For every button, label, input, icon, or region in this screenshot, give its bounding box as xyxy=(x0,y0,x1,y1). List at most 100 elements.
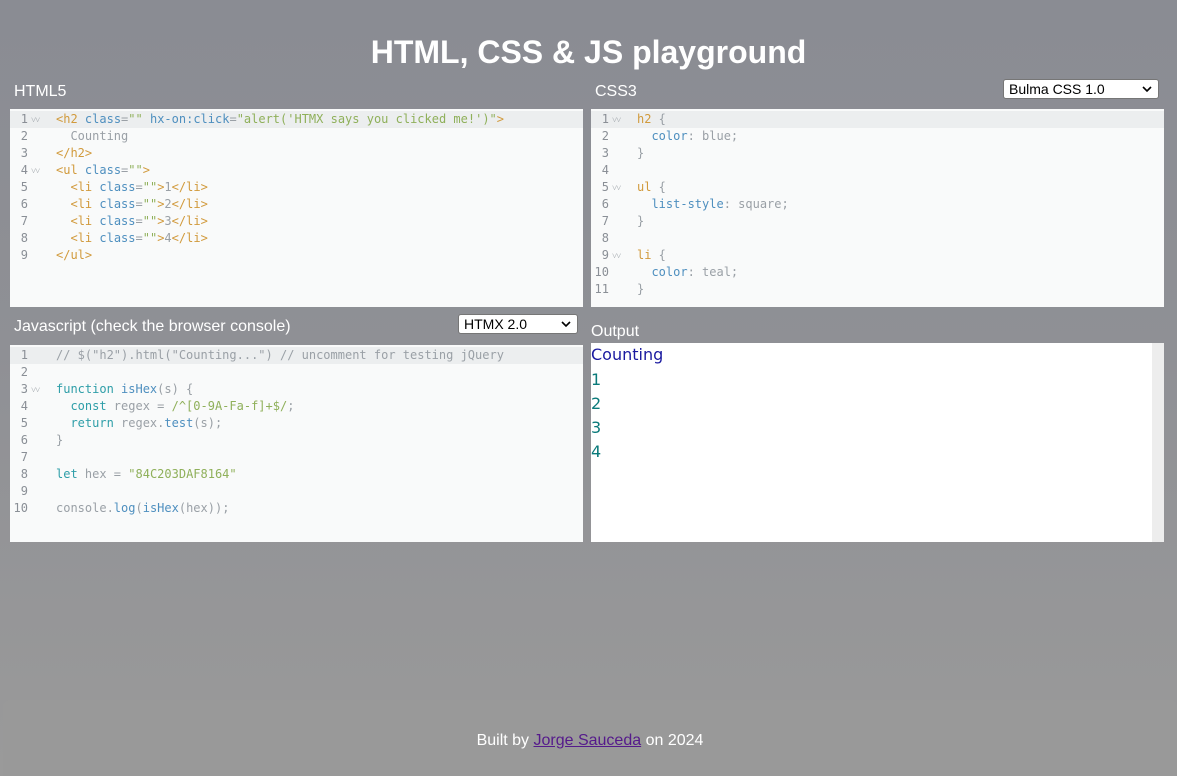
code-line[interactable]: 6} xyxy=(10,432,583,449)
code-text: } xyxy=(637,214,645,228)
line-number: 6 xyxy=(601,197,609,211)
css-panel-label: CSS3 xyxy=(595,83,637,100)
code-text: <li class="">2</li> xyxy=(56,197,208,211)
line-number: 11 xyxy=(594,282,609,296)
footer-prefix: Built by xyxy=(476,732,530,749)
code-text: </ul> xyxy=(56,248,93,262)
line-number: 5 xyxy=(20,180,28,194)
code-line[interactable]: 10 console.log(isHex(hex)); xyxy=(10,500,583,517)
code-line[interactable]: 2 xyxy=(10,364,583,381)
line-number: 4 xyxy=(20,163,28,177)
footer-suffix: on 2024 xyxy=(645,732,704,749)
code-text: li { xyxy=(637,248,666,262)
code-line[interactable]: 7} xyxy=(591,213,1164,230)
code-text: let hex = "84C203DAF8164" xyxy=(56,467,237,481)
line-number: 10 xyxy=(594,265,609,279)
code-line[interactable]: 6 list-style: square; xyxy=(591,196,1164,213)
code-text: const regex = /^[0-9A-Fa-f]+$/; xyxy=(70,399,295,413)
code-text: <h2 class="" hx-on:click="alert('HTMX sa… xyxy=(56,112,505,126)
code-line[interactable]: 3 ˅˅ function isHex(s) { xyxy=(10,381,583,398)
line-number: 2 xyxy=(20,129,28,143)
css-framework-select[interactable]: Bulma CSS 1.0 xyxy=(1003,79,1159,99)
code-line[interactable]: 11} xyxy=(591,281,1164,298)
line-number: 4 xyxy=(20,399,28,413)
line-number: 9 xyxy=(20,248,28,262)
css-framework-select-value: Bulma CSS 1.0 xyxy=(1009,81,1105,97)
code-line[interactable]: 5 ˅˅ ul { xyxy=(591,179,1164,196)
line-number: 6 xyxy=(20,197,28,211)
code-line[interactable]: 5 <li class="">1</li> xyxy=(10,179,583,196)
chevron-down-icon xyxy=(1142,86,1152,93)
code-line[interactable]: 8 <li class="">4</li> xyxy=(10,230,583,247)
html-editor[interactable]: 1 ˅˅ <h2 class="" hx-on:click="alert('HTMX… xyxy=(10,109,583,307)
code-line[interactable]: 3 </h2> xyxy=(10,145,583,162)
code-line[interactable]: 9 xyxy=(10,483,583,500)
line-number: 8 xyxy=(601,231,609,245)
code-line[interactable]: 8 let hex = "84C203DAF8164" xyxy=(10,466,583,483)
line-number: 3 xyxy=(601,146,609,160)
code-line[interactable]: 4 xyxy=(591,162,1164,179)
code-text: <li class="">1</li> xyxy=(56,180,208,194)
line-number: 9 xyxy=(20,484,28,498)
line-number: 1 xyxy=(20,348,28,362)
output-frame[interactable]: Counting 1 2 3 4 xyxy=(591,343,1164,542)
code-text: return regex.test(s); xyxy=(70,416,223,430)
code-line[interactable]: 1 // $("h2").html("Counting...") // uncom… xyxy=(10,347,583,364)
line-number: 9 xyxy=(601,248,609,262)
code-line[interactable]: 5 return regex.test(s); xyxy=(10,415,583,432)
line-number: 4 xyxy=(601,163,609,177)
code-line[interactable]: 1 ˅˅ h2 { xyxy=(591,111,1164,128)
code-text: list-style: square; xyxy=(651,197,789,211)
code-line[interactable]: 2 Counting xyxy=(10,128,583,145)
code-text: Counting xyxy=(56,129,129,143)
line-number: 7 xyxy=(20,450,28,464)
code-text: </h2> xyxy=(56,146,93,160)
code-line[interactable]: 9 ˅˅ li { xyxy=(591,247,1164,264)
css-editor[interactable]: 1 ˅˅ h2 {2 color: blue; 3} 4 5 ˅˅ ul {6 list-st… xyxy=(591,109,1164,307)
code-line[interactable]: 4 const regex = /^[0-9A-Fa-f]+$/; xyxy=(10,398,583,415)
output-list-item: 1 xyxy=(591,370,602,389)
page-title: HTML, CSS & JS playground xyxy=(370,34,807,71)
author-link[interactable]: Jorge Sauceda xyxy=(533,732,641,749)
code-text: } xyxy=(637,282,645,296)
code-text: console.log(isHex(hex)); xyxy=(56,501,230,515)
code-text: ul { xyxy=(637,180,666,194)
line-number: 2 xyxy=(601,129,609,143)
line-number: 5 xyxy=(20,416,28,430)
line-number: 3 xyxy=(20,146,28,160)
output-list-item: 4 xyxy=(591,442,602,461)
code-line[interactable]: 6 <li class="">2</li> xyxy=(10,196,583,213)
html-panel-label: HTML5 xyxy=(14,83,67,100)
code-text: } xyxy=(637,146,645,160)
output-scrollbar[interactable] xyxy=(1152,343,1164,542)
code-text: function isHex(s) { xyxy=(56,382,194,396)
line-number: 5 xyxy=(601,180,609,194)
line-number: 1 xyxy=(601,112,609,126)
code-line[interactable]: 1 ˅˅ <h2 class="" hx-on:click="alert('HTMX… xyxy=(10,111,583,128)
js-editor[interactable]: 1 // $("h2").html("Counting...") // uncom… xyxy=(10,345,583,542)
code-line[interactable]: 2 color: blue; xyxy=(591,128,1164,145)
line-number: 3 xyxy=(20,382,28,396)
output-list-item: 2 xyxy=(591,394,602,413)
code-text: color: teal; xyxy=(651,265,739,279)
line-number: 10 xyxy=(13,501,28,515)
code-line[interactable]: 9 </ul> xyxy=(10,247,583,264)
chevron-down-icon xyxy=(561,321,571,328)
code-line[interactable]: 10 color: teal; xyxy=(591,264,1164,281)
js-panel-label: Javascript (check the browser console) xyxy=(14,318,291,335)
js-library-select[interactable]: HTMX 2.0 xyxy=(458,314,578,334)
code-line[interactable]: 3} xyxy=(591,145,1164,162)
code-line[interactable]: 7 xyxy=(10,449,583,466)
code-line[interactable]: 4 ˅˅ <ul class=""> xyxy=(10,162,583,179)
code-line[interactable]: 8 xyxy=(591,230,1164,247)
line-number: 8 xyxy=(20,231,28,245)
js-library-select-value: HTMX 2.0 xyxy=(464,316,528,332)
code-text: <li class="">4</li> xyxy=(56,231,208,245)
footer-credit: Built by Jorge Sauceda on 2024 xyxy=(3,731,1177,751)
code-line[interactable]: 7 <li class="">3</li> xyxy=(10,213,583,230)
output-panel-label: Output xyxy=(591,323,640,340)
code-text: <ul class=""> xyxy=(56,163,150,177)
line-number: 7 xyxy=(601,214,609,228)
output-heading[interactable]: Counting xyxy=(591,345,663,364)
line-number: 8 xyxy=(20,467,28,481)
